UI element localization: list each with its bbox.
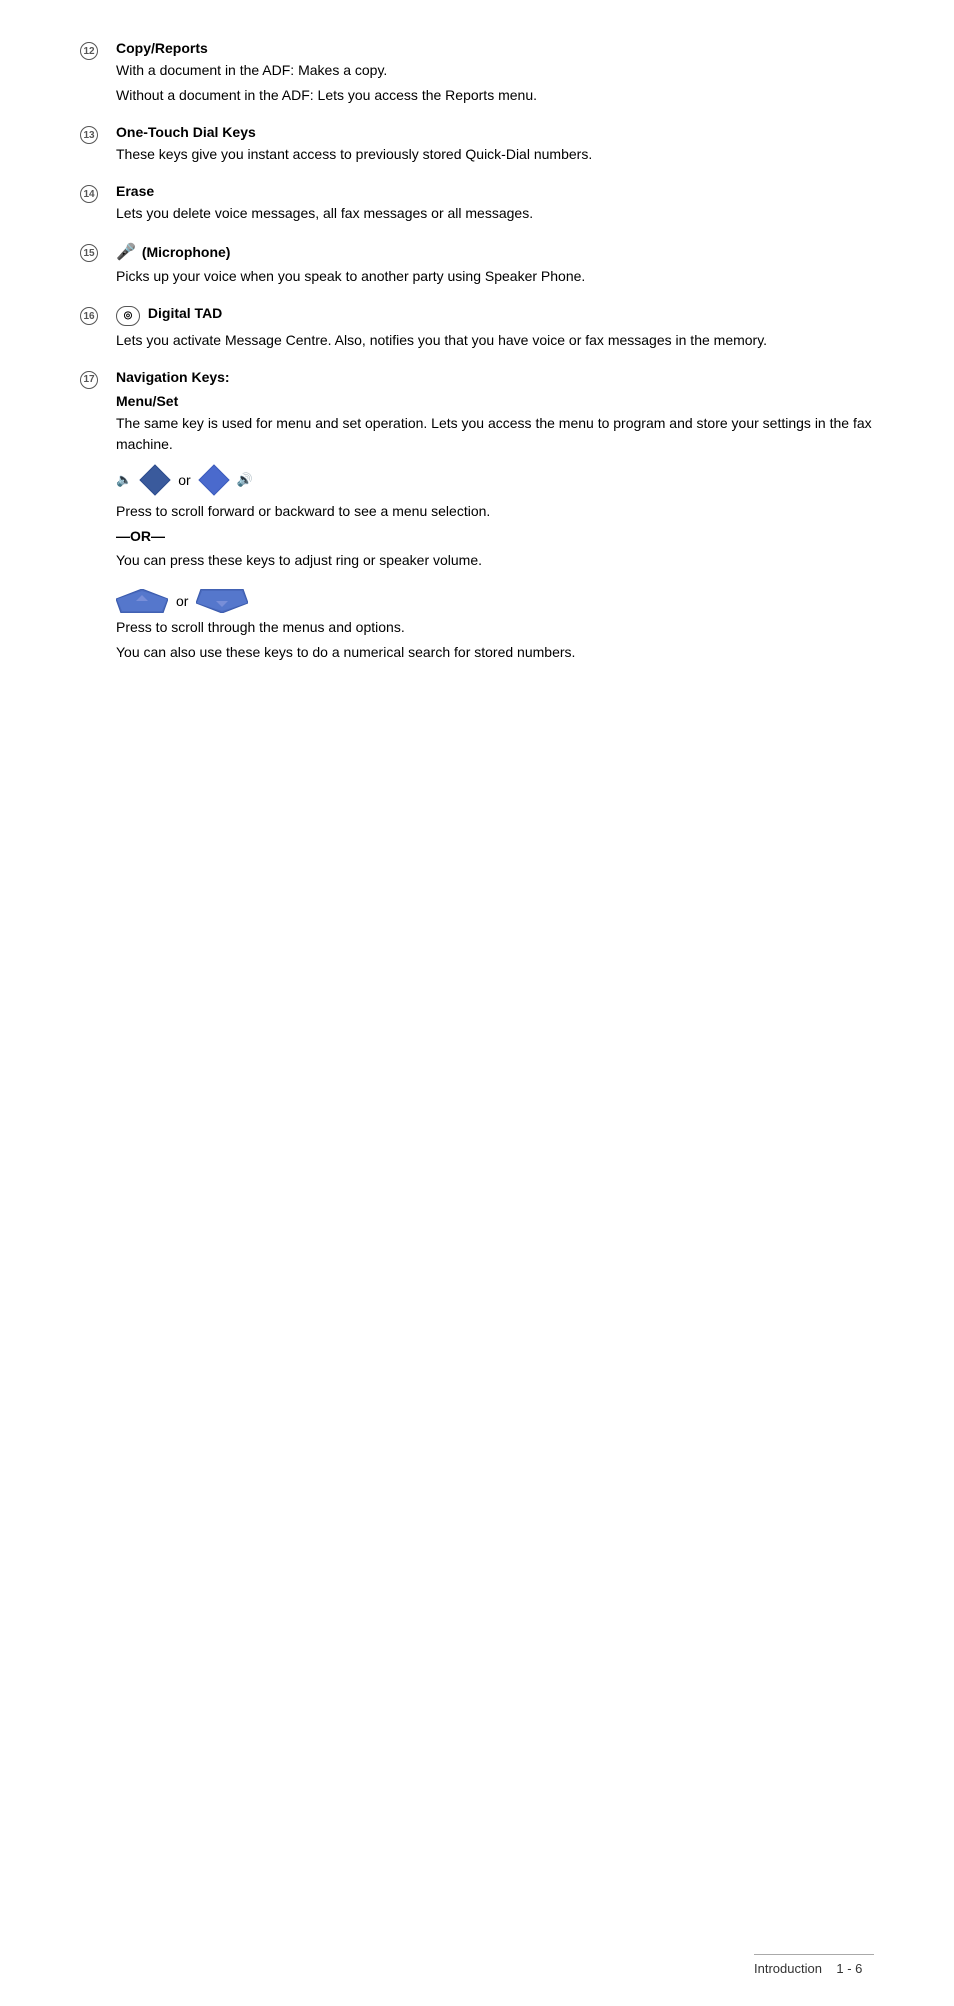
section-text-14-0: Lets you delete voice messages, all fax … (116, 203, 874, 224)
subsection-title-menuset: Menu/Set (116, 393, 874, 409)
or-label-2: or (176, 593, 188, 609)
footer-text: Introduction (754, 1961, 822, 1976)
speaker-left-icon: 🔈 (116, 472, 132, 488)
or-separator: —OR— (116, 528, 874, 544)
section-body-16: ◎ Digital TAD Lets you activate Message … (116, 305, 874, 355)
or-label-1: or (178, 472, 190, 488)
section-text-12-1: Without a document in the ADF: Lets you … (116, 85, 874, 106)
section-number-12: 12 (80, 40, 116, 60)
nav-row-diamonds: 🔈 or 🔊 (116, 463, 874, 497)
section-text-17-0: The same key is used for menu and set op… (116, 413, 874, 455)
section-title-12: Copy/Reports (116, 40, 874, 56)
section-17: 17 Navigation Keys: Menu/Set The same ke… (80, 369, 874, 667)
up-arrow-button (116, 589, 168, 613)
section-text-nav1-1: Press to scroll forward or backward to s… (116, 501, 874, 522)
section-13: 13 One-Touch Dial Keys These keys give y… (80, 124, 874, 169)
section-title-15: 🎤 (Microphone) (116, 242, 874, 262)
section-title-13: One-Touch Dial Keys (116, 124, 874, 140)
tad-icon: ◎ (116, 306, 140, 326)
section-title-17: Navigation Keys: (116, 369, 874, 385)
page-footer: Introduction 1 - 6 (754, 1954, 874, 1976)
section-14: 14 Erase Lets you delete voice messages,… (80, 183, 874, 228)
section-body-15: 🎤 (Microphone) Picks up your voice when … (116, 242, 874, 291)
section-number-15: 15 (80, 242, 116, 262)
section-text-nav2-1: Press to scroll through the menus and op… (116, 617, 874, 638)
section-12: 12 Copy/Reports With a document in the A… (80, 40, 874, 110)
microphone-icon: 🎤 (116, 244, 136, 261)
section-text-13-0: These keys give you instant access to pr… (116, 144, 874, 165)
section-title-16: ◎ Digital TAD (116, 305, 874, 326)
down-arrow-button (196, 589, 248, 613)
section-number-17: 17 (80, 369, 116, 389)
left-diamond-button (138, 463, 172, 497)
section-body-14: Erase Lets you delete voice messages, al… (116, 183, 874, 228)
section-body-12: Copy/Reports With a document in the ADF:… (116, 40, 874, 110)
section-text-16-0: Lets you activate Message Centre. Also, … (116, 330, 874, 351)
section-16: 16 ◎ Digital TAD Lets you activate Messa… (80, 305, 874, 355)
right-diamond-button (197, 463, 231, 497)
footer-page: 1 - 6 (836, 1961, 862, 1976)
section-title-14: Erase (116, 183, 874, 199)
section-body-17: Navigation Keys: Menu/Set The same key i… (116, 369, 874, 667)
section-body-13: One-Touch Dial Keys These keys give you … (116, 124, 874, 169)
section-number-13: 13 (80, 124, 116, 144)
section-number-16: 16 (80, 305, 116, 325)
section-number-14: 14 (80, 183, 116, 203)
section-text-nav1-2: You can press these keys to adjust ring … (116, 550, 874, 571)
nav-row-arrows: or (116, 589, 248, 613)
speaker-right-icon: 🔊 (237, 472, 253, 488)
footer-divider (754, 1954, 874, 1955)
section-text-12-0: With a document in the ADF: Makes a copy… (116, 60, 874, 81)
section-text-nav2-2: You can also use these keys to do a nume… (116, 642, 874, 663)
section-text-15-0: Picks up your voice when you speak to an… (116, 266, 874, 287)
section-15: 15 🎤 (Microphone) Picks up your voice wh… (80, 242, 874, 291)
